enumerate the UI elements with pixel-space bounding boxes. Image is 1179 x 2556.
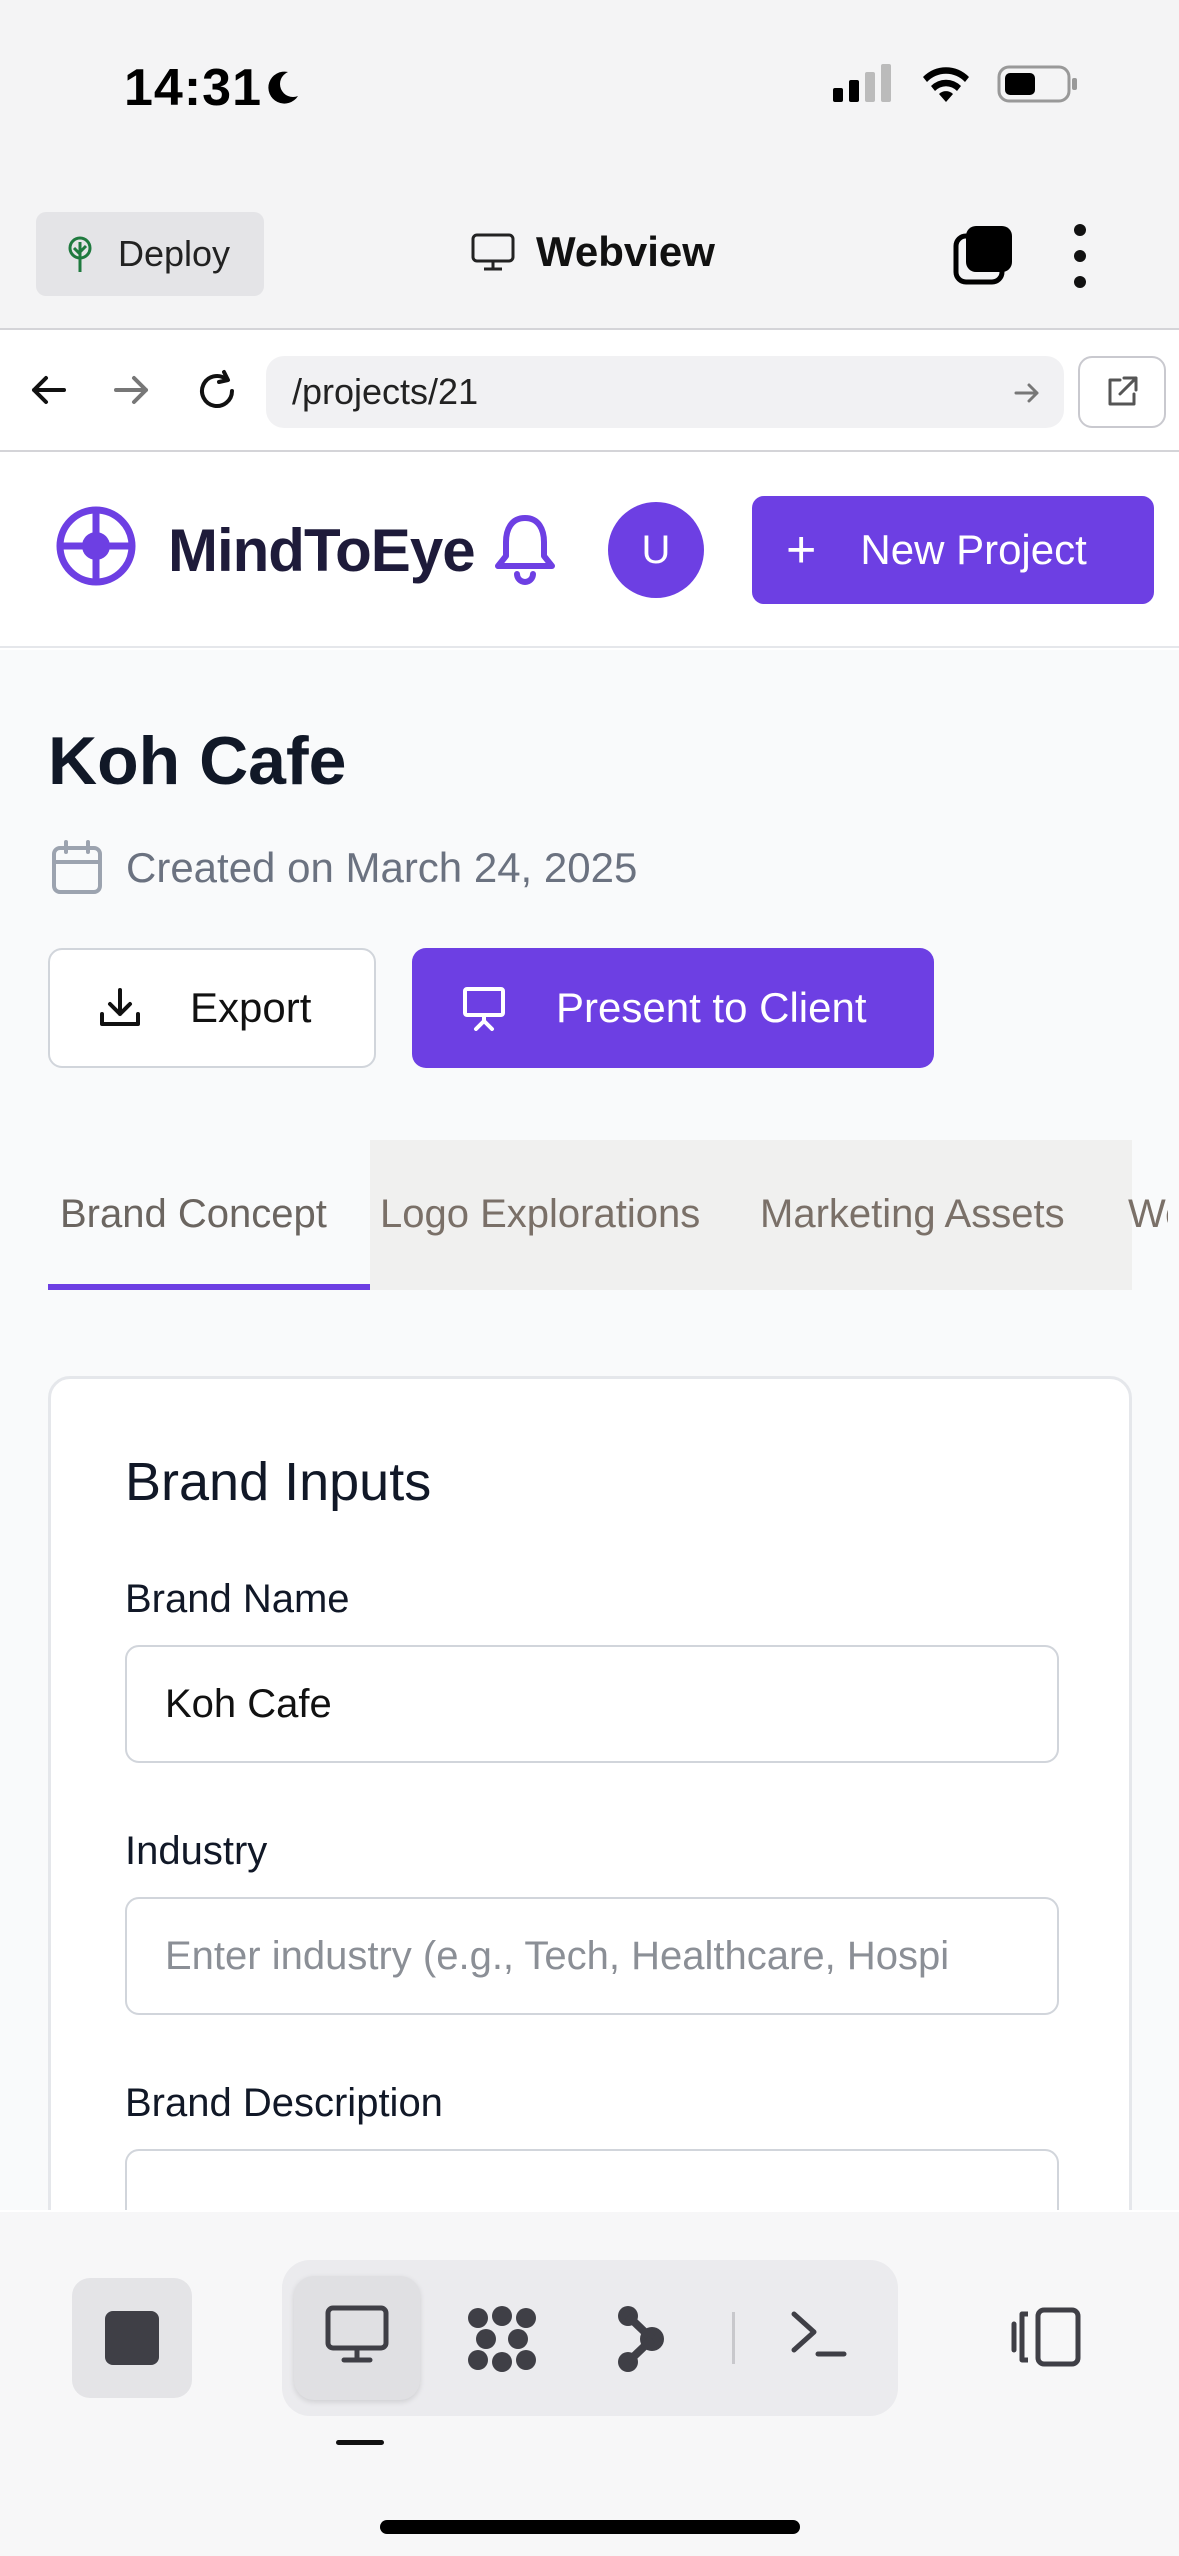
status-bar: 14:31 — [0, 0, 1179, 180]
battery-icon — [997, 65, 1077, 103]
brand-name[interactable]: MindToEye — [168, 516, 476, 585]
plus-icon: + — [786, 521, 817, 579]
wifi-icon — [923, 67, 969, 102]
deploy-label: Deploy — [118, 233, 231, 274]
deploy-tree-icon — [68, 236, 92, 272]
status-time: 14:31 — [124, 59, 262, 117]
tab-truncated[interactable]: We — [1128, 1192, 1168, 1237]
reload-icon[interactable] — [194, 368, 240, 414]
bell-icon[interactable] — [492, 512, 558, 586]
tabs-switcher-icon[interactable] — [952, 224, 1014, 286]
card-title: Brand Inputs — [125, 1452, 432, 1512]
terminal-icon[interactable] — [788, 2304, 848, 2364]
new-project-label: New Project — [860, 526, 1087, 573]
active-tab-indicator — [48, 1284, 370, 1290]
stop-button[interactable] — [72, 2278, 192, 2398]
stop-icon — [105, 2311, 159, 2365]
calendar-icon — [52, 840, 102, 894]
active-view-underline — [336, 2440, 384, 2445]
url-text: /projects/21 — [292, 371, 479, 412]
industry-label: Industry — [125, 1829, 268, 1873]
status-icons — [833, 62, 1079, 106]
site-header: MindToEye U + New Project — [0, 454, 1179, 648]
deploy-button[interactable]: Deploy — [36, 212, 264, 296]
created-date-text: Created on March 24, 2025 — [126, 844, 638, 891]
present-label: Present to Client — [556, 984, 867, 1031]
webview-title: Webview — [470, 228, 715, 276]
download-icon — [100, 988, 140, 1026]
view-switcher — [282, 2260, 898, 2416]
monitor-icon — [471, 233, 515, 271]
brand-description-input[interactable] — [125, 2149, 1059, 2210]
url-input[interactable]: /projects/21 — [266, 356, 1064, 428]
project-tabs: Brand Concept Logo Explorations Marketin… — [48, 1140, 1168, 1290]
view-switcher-divider — [732, 2312, 735, 2364]
cluster-icon[interactable] — [464, 2304, 540, 2374]
tab-brand-concept[interactable]: Brand Concept — [60, 1192, 327, 1237]
brand-description-label: Brand Description — [125, 2081, 443, 2125]
project-title: Koh Cafe — [48, 723, 347, 799]
open-external-button[interactable] — [1078, 356, 1166, 428]
brand-name-input[interactable]: Koh Cafe — [125, 1645, 1059, 1763]
side-panel-icon[interactable] — [1010, 2306, 1082, 2368]
cellular-signal-icon — [833, 64, 891, 102]
user-avatar[interactable]: U — [608, 502, 704, 598]
created-date: Created on March 24, 2025 — [50, 840, 637, 896]
url-bar: /projects/21 — [0, 332, 1179, 452]
brand-inputs-card: Brand Inputs Brand Name Koh Cafe Industr… — [48, 1376, 1132, 2210]
main-content: Koh Cafe Created on March 24, 2025 Expor… — [0, 650, 1179, 2210]
industry-input[interactable]: Enter industry (e.g., Tech, Healthcare, … — [125, 1897, 1059, 2015]
export-label: Export — [190, 984, 312, 1031]
workflow-node-icon[interactable] — [614, 2304, 670, 2374]
brand-name-label: Brand Name — [125, 1577, 350, 1621]
presentation-icon — [463, 987, 505, 1031]
back-arrow-icon[interactable] — [26, 368, 70, 412]
export-button[interactable]: Export — [48, 948, 376, 1068]
external-link-icon — [1108, 376, 1138, 406]
webview-title-label: Webview — [536, 228, 715, 275]
crosshair-logo-icon[interactable] — [54, 504, 138, 588]
webview-monitor-icon[interactable] — [324, 2304, 390, 2366]
bottom-dock — [0, 2212, 1179, 2556]
new-project-button[interactable]: + New Project — [752, 496, 1154, 604]
present-to-client-button[interactable]: Present to Client — [412, 948, 934, 1068]
forward-arrow-icon[interactable] — [110, 368, 154, 412]
go-arrow-icon[interactable] — [1012, 378, 1042, 408]
more-menu-icon[interactable] — [1074, 224, 1086, 288]
tab-marketing-assets[interactable]: Marketing Assets — [760, 1192, 1065, 1237]
moon-icon — [268, 71, 298, 104]
tab-logo-explorations[interactable]: Logo Explorations — [380, 1192, 700, 1237]
app-toolbar: Deploy Webview — [0, 180, 1179, 330]
home-indicator — [380, 2520, 800, 2534]
